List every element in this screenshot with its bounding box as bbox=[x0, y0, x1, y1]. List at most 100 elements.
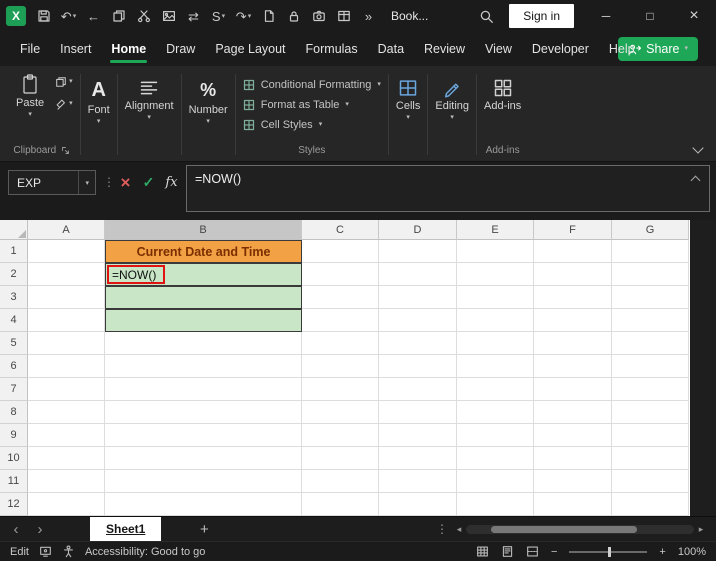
cell-D2[interactable] bbox=[379, 263, 457, 286]
swap-button[interactable]: ⇄ bbox=[181, 3, 206, 29]
normal-view-button[interactable] bbox=[476, 545, 489, 558]
cell-E8[interactable] bbox=[457, 401, 534, 424]
cell-D10[interactable] bbox=[379, 447, 457, 470]
undo-button[interactable]: ↶ ▾ bbox=[56, 3, 81, 29]
row-header-11[interactable]: 11 bbox=[0, 470, 28, 493]
cell-E2[interactable] bbox=[457, 263, 534, 286]
name-box[interactable]: EXP ▾ bbox=[8, 170, 96, 195]
cell-G8[interactable] bbox=[612, 401, 689, 424]
cell-G4[interactable] bbox=[612, 309, 689, 332]
cell-D6[interactable] bbox=[379, 355, 457, 378]
cell-E10[interactable] bbox=[457, 447, 534, 470]
scrollbar-thumb[interactable] bbox=[491, 525, 637, 533]
cell-B12[interactable] bbox=[105, 493, 302, 516]
cell-D9[interactable] bbox=[379, 424, 457, 447]
cell-E5[interactable] bbox=[457, 332, 534, 355]
cell-A3[interactable] bbox=[28, 286, 105, 309]
cell-F11[interactable] bbox=[534, 470, 612, 493]
collapse-ribbon-icon[interactable] bbox=[692, 142, 704, 154]
enter-button[interactable]: ✓ bbox=[138, 170, 159, 195]
cell-B5[interactable] bbox=[105, 332, 302, 355]
cell-B11[interactable] bbox=[105, 470, 302, 493]
col-header-B[interactable]: B bbox=[105, 220, 302, 240]
cell-A12[interactable] bbox=[28, 493, 105, 516]
select-all-button[interactable] bbox=[0, 220, 28, 240]
col-header-G[interactable]: G bbox=[612, 220, 689, 240]
cell-G1[interactable] bbox=[612, 240, 689, 263]
font-button[interactable]: A Font ▾ bbox=[88, 70, 110, 126]
styles-quick-button[interactable]: S ▾ bbox=[206, 3, 231, 29]
maximize-button[interactable]: □ bbox=[628, 0, 672, 32]
cell-G3[interactable] bbox=[612, 286, 689, 309]
row-header-2[interactable]: 2 bbox=[0, 263, 28, 286]
cell-D3[interactable] bbox=[379, 286, 457, 309]
cell-G11[interactable] bbox=[612, 470, 689, 493]
scroll-right-icon[interactable]: ▸ bbox=[694, 524, 708, 535]
formula-input[interactable]: =NOW() bbox=[186, 165, 710, 212]
menu-tab-developer[interactable]: Developer bbox=[522, 32, 599, 66]
cell-A1[interactable] bbox=[28, 240, 105, 263]
cell-E6[interactable] bbox=[457, 355, 534, 378]
row-header-10[interactable]: 10 bbox=[0, 447, 28, 470]
cell-F5[interactable] bbox=[534, 332, 612, 355]
cell-A9[interactable] bbox=[28, 424, 105, 447]
row-header-5[interactable]: 5 bbox=[0, 332, 28, 355]
cell-A5[interactable] bbox=[28, 332, 105, 355]
page-layout-view-button[interactable] bbox=[501, 545, 514, 558]
col-header-F[interactable]: F bbox=[534, 220, 612, 240]
cell-E7[interactable] bbox=[457, 378, 534, 401]
cell-C5[interactable] bbox=[302, 332, 379, 355]
sheet-bar-menu-icon[interactable]: ⋮ bbox=[432, 522, 452, 536]
cell-A8[interactable] bbox=[28, 401, 105, 424]
cell-B8[interactable] bbox=[105, 401, 302, 424]
cut-button[interactable] bbox=[131, 3, 156, 29]
format-painter-button[interactable]: ▾ bbox=[55, 98, 73, 110]
zoom-slider[interactable] bbox=[569, 546, 648, 557]
styles-item-format-as-table[interactable]: Format as Table ▾ bbox=[243, 99, 349, 111]
cell-F7[interactable] bbox=[534, 378, 612, 401]
row-header-1[interactable]: 1 bbox=[0, 240, 28, 263]
col-header-A[interactable]: A bbox=[28, 220, 105, 240]
alignment-button[interactable]: Alignment ▾ bbox=[125, 70, 174, 122]
styles-item-conditional-formatting[interactable]: Conditional Formatting ▾ bbox=[243, 79, 381, 91]
search-button[interactable] bbox=[474, 3, 499, 29]
cell-F6[interactable] bbox=[534, 355, 612, 378]
sheet-nav-left-icon[interactable]: ‹ bbox=[4, 517, 28, 542]
toolbar-overflow-button[interactable]: » bbox=[356, 3, 381, 29]
cell-D4[interactable] bbox=[379, 309, 457, 332]
number-button[interactable]: % Number ▾ bbox=[189, 70, 228, 126]
scrollbar-track[interactable] bbox=[466, 524, 694, 534]
cell-B9[interactable] bbox=[105, 424, 302, 447]
menu-tab-review[interactable]: Review bbox=[414, 32, 475, 66]
cell-F8[interactable] bbox=[534, 401, 612, 424]
cell-F12[interactable] bbox=[534, 493, 612, 516]
zoom-level[interactable]: 100% bbox=[678, 546, 706, 558]
menu-tab-formulas[interactable]: Formulas bbox=[296, 32, 368, 66]
cell-F9[interactable] bbox=[534, 424, 612, 447]
col-header-E[interactable]: E bbox=[457, 220, 534, 240]
cancel-button[interactable]: × bbox=[115, 170, 136, 195]
menu-tab-home[interactable]: Home bbox=[101, 32, 156, 66]
cell-B4[interactable] bbox=[105, 309, 302, 332]
cell-E1[interactable] bbox=[457, 240, 534, 263]
minimize-button[interactable]: ─ bbox=[584, 0, 628, 32]
clipboard-dialog-launcher-icon[interactable] bbox=[61, 146, 70, 155]
row-header-9[interactable]: 9 bbox=[0, 424, 28, 447]
row-header-12[interactable]: 12 bbox=[0, 493, 28, 516]
cell-B3[interactable] bbox=[105, 286, 302, 309]
paste-button[interactable]: Paste ▾ bbox=[11, 70, 49, 119]
cell-C1[interactable] bbox=[302, 240, 379, 263]
cell-B7[interactable] bbox=[105, 378, 302, 401]
cell-F3[interactable] bbox=[534, 286, 612, 309]
menu-tab-page-layout[interactable]: Page Layout bbox=[205, 32, 295, 66]
cell-A10[interactable] bbox=[28, 447, 105, 470]
cell-C7[interactable] bbox=[302, 378, 379, 401]
cell-A4[interactable] bbox=[28, 309, 105, 332]
picture-button[interactable] bbox=[156, 3, 181, 29]
cell-G7[interactable] bbox=[612, 378, 689, 401]
cell-C10[interactable] bbox=[302, 447, 379, 470]
cell-C8[interactable] bbox=[302, 401, 379, 424]
sheet-nav-right-icon[interactable]: › bbox=[28, 517, 52, 542]
cell-C9[interactable] bbox=[302, 424, 379, 447]
menu-tab-help[interactable]: Help bbox=[599, 32, 645, 66]
